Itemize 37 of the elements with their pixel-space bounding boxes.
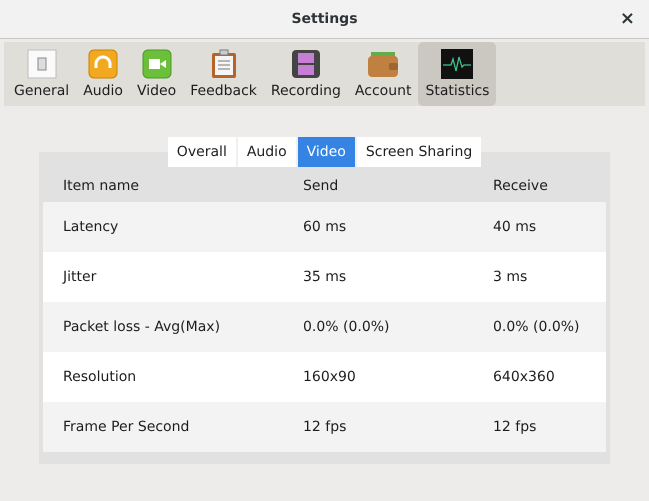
waveform-icon <box>441 49 474 79</box>
toolbar-button[interactable]: Video <box>130 42 184 106</box>
switch-icon <box>26 49 57 79</box>
tab[interactable]: Audio <box>238 137 296 167</box>
toolbar-button[interactable]: Audio <box>76 42 130 106</box>
toolbar-button[interactable]: Feedback <box>183 42 264 106</box>
table-cell-text: 640x360 <box>493 369 556 385</box>
tab[interactable]: Video <box>298 137 355 167</box>
column-header: Item name <box>63 178 140 194</box>
table-cell-text: 0.0% (0.0%) <box>493 319 581 335</box>
toolbar-button[interactable]: General <box>7 42 76 106</box>
tab[interactable]: Screen Sharing <box>356 137 482 167</box>
table-cell-text: Resolution <box>63 369 138 385</box>
toolbar-button[interactable]: Account <box>348 42 418 106</box>
table-cell-text: 40 ms <box>493 219 538 235</box>
table-cell-text: Packet loss - Avg(Max) <box>63 319 222 335</box>
table-cell-text: 160x90 <box>303 369 357 385</box>
table-cell-text: 12 fps <box>303 419 348 435</box>
table-cell-text: 60 ms <box>303 219 348 235</box>
table-cell-text: 3 ms <box>493 269 528 285</box>
toolbar-button[interactable]: Recording <box>264 42 348 106</box>
headphones-icon <box>88 49 118 79</box>
table-cell-text: 0.0% (0.0%) <box>303 319 391 335</box>
table-cell-text: Jitter <box>63 269 98 285</box>
wallet-icon <box>367 49 400 79</box>
table-cell-text: Latency <box>63 219 120 235</box>
close-button[interactable]: × <box>616 9 639 29</box>
column-header: Receive <box>493 178 549 194</box>
table-cell-text: 35 ms <box>303 269 348 285</box>
window-title: Settings <box>291 11 358 27</box>
film-icon <box>290 49 321 79</box>
table-cell-text: Frame Per Second <box>63 419 190 435</box>
tab[interactable]: Overall <box>168 137 236 167</box>
column-header: Send <box>303 178 340 194</box>
table-cell-text: 12 fps <box>493 419 538 435</box>
toolbar-button[interactable]: Statistics <box>418 42 496 106</box>
camera-icon <box>142 49 172 79</box>
